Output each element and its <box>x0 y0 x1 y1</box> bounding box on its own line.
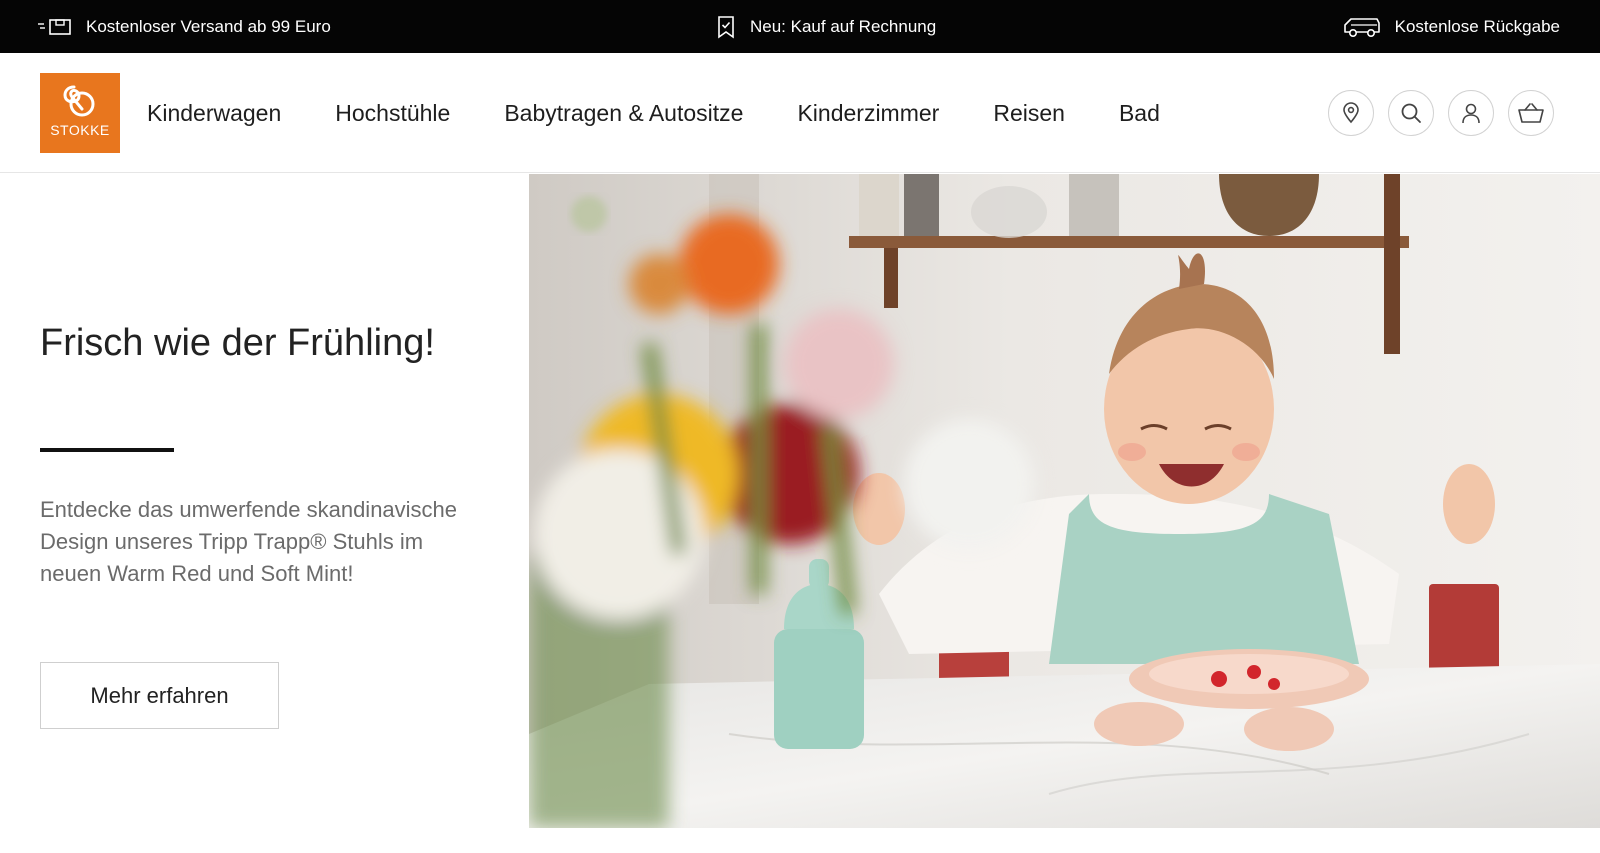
hero-headline: Frisch wie der Frühling! <box>40 322 435 364</box>
user-icon <box>1462 103 1480 124</box>
logo-wordmark: STOKKE <box>50 122 110 138</box>
nav-item-kinderwagen[interactable]: Kinderwagen <box>147 100 281 127</box>
nav-item-hochstuehle[interactable]: Hochstühle <box>335 100 450 127</box>
returns-text: Kostenlose Rückgabe <box>1394 16 1560 36</box>
location-pin-icon <box>1343 102 1359 124</box>
cart-button[interactable] <box>1508 90 1554 136</box>
hero-text-panel: Frisch wie der Frühling! Entdecke das um… <box>0 174 529 828</box>
delivery-van-icon <box>1343 15 1381 39</box>
store-locator-button[interactable] <box>1328 90 1374 136</box>
nav-item-kinderzimmer[interactable]: Kinderzimmer <box>797 100 939 127</box>
nav-item-bad[interactable]: Bad <box>1119 100 1160 127</box>
header-actions <box>1328 90 1554 136</box>
site-header: STOKKE Kinderwagen Hochstühle Babytragen… <box>0 53 1600 173</box>
stokke-logo[interactable]: STOKKE <box>40 73 120 153</box>
announcement-bar: Kostenloser Versand ab 99 Euro Neu: Kauf… <box>0 0 1600 53</box>
nav-item-reisen[interactable]: Reisen <box>993 100 1065 127</box>
receipt-icon <box>716 15 736 39</box>
headline-divider <box>40 448 174 452</box>
search-button[interactable] <box>1388 90 1434 136</box>
stokke-logo-mark-icon <box>63 85 95 117</box>
invoice-notice: Neu: Kauf auf Rechnung <box>716 0 936 53</box>
main-navigation: Kinderwagen Hochstühle Babytragen & Auto… <box>147 53 1214 173</box>
hero-photo-illustration <box>529 174 1600 828</box>
hero-image <box>529 174 1600 828</box>
hero-description: Entdecke das umwerfende skandinavische D… <box>40 497 458 586</box>
search-icon <box>1401 103 1421 123</box>
invoice-text: Neu: Kauf auf Rechnung <box>750 16 937 36</box>
returns-notice: Kostenlose Rückgabe <box>1343 0 1560 53</box>
learn-more-button[interactable]: Mehr erfahren <box>40 662 279 729</box>
delivery-box-icon <box>38 17 72 37</box>
page-bottom-strip <box>0 828 1600 853</box>
nav-item-babytragen-autositze[interactable]: Babytragen & Autositze <box>504 100 743 127</box>
shipping-notice: Kostenloser Versand ab 99 Euro <box>38 0 331 53</box>
basket-icon <box>1518 103 1544 123</box>
account-button[interactable] <box>1448 90 1494 136</box>
shipping-text: Kostenloser Versand ab 99 Euro <box>86 16 331 36</box>
